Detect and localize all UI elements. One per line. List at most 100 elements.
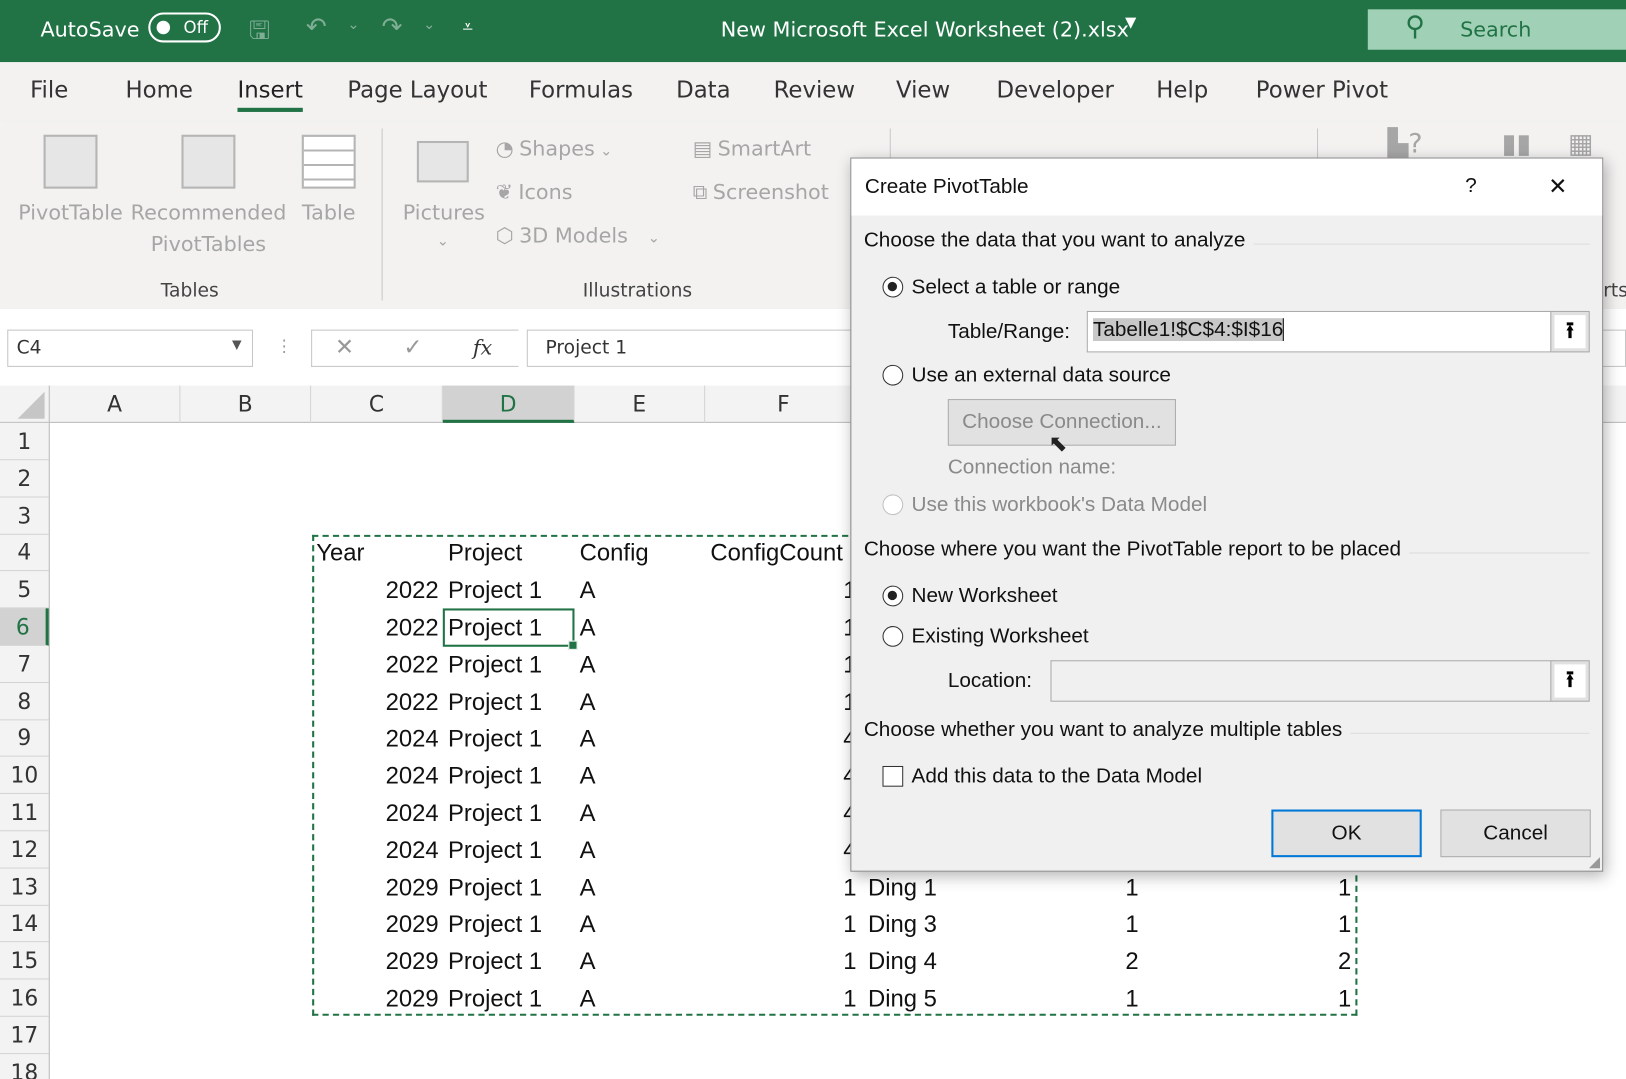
name-box[interactable]: C4 ▼ — [7, 329, 254, 367]
recommended-charts-icon[interactable]: ▙? — [1388, 129, 1423, 160]
hierarchy-chart-icon[interactable]: ▦ — [1568, 129, 1593, 160]
cancel-icon[interactable]: ✕ — [335, 335, 354, 361]
customize-qat-icon[interactable]: ⩡ — [463, 17, 474, 39]
row-header-14[interactable]: 14 — [0, 905, 49, 943]
undo-icon[interactable]: ↶ — [306, 12, 327, 41]
pivottable-icon — [43, 134, 98, 189]
row-header-8[interactable]: 8 — [0, 683, 49, 720]
row-header-11[interactable]: 11 — [0, 794, 49, 832]
recommended-pivottables-icon — [181, 134, 236, 189]
tab-home[interactable]: Home — [125, 78, 192, 104]
cube-icon: ⬡ — [495, 222, 514, 248]
location-collapse-button[interactable]: ⭱ — [1550, 660, 1590, 702]
column-header-f[interactable]: F — [705, 385, 863, 423]
ok-button[interactable]: OK — [1271, 809, 1422, 858]
close-button[interactable]: ✕ — [1548, 173, 1567, 200]
name-box-value: C4 — [16, 336, 42, 359]
screenshot-button[interactable]: ⧉ Screenshot — [693, 176, 829, 207]
connection-name-label: Connection name: — [947, 456, 1117, 479]
icons-button[interactable]: ❦ Icons — [496, 176, 573, 207]
row-header-10[interactable]: 10 — [0, 757, 49, 795]
redo-dropdown-icon[interactable]: ⌄ — [423, 17, 435, 34]
tab-developer[interactable]: Developer — [997, 78, 1114, 104]
resize-grip-icon[interactable]: ◢ — [1589, 853, 1600, 871]
location-input[interactable] — [1050, 660, 1554, 702]
row-header-15[interactable]: 15 — [0, 942, 49, 980]
ribbon-tabs: File Home Insert Page Layout Formulas Da… — [0, 62, 1626, 123]
shapes-button[interactable]: ◔ Shapes ⌄ — [496, 133, 613, 167]
collapse-range-button[interactable]: ⭱ — [1550, 310, 1590, 353]
create-pivottable-dialog: Create PivotTable ? ✕ Choose the data th… — [850, 157, 1604, 872]
row-header-4[interactable]: 4 — [0, 534, 49, 572]
section-analyze-label: Choose the data that you want to analyze — [863, 229, 1254, 252]
title-dropdown-icon[interactable]: ▼ — [1125, 15, 1136, 32]
radio-data-model — [882, 494, 904, 516]
autosave-toggle[interactable]: Off — [148, 12, 221, 43]
tab-formulas[interactable]: Formulas — [529, 78, 633, 104]
3d-models-label: 3D Models — [519, 222, 628, 248]
radio-external-source[interactable] — [882, 364, 904, 386]
radio-select-table[interactable] — [882, 276, 904, 298]
section-placement-label: Choose where you want the PivotTable rep… — [863, 537, 1410, 561]
undo-dropdown-icon[interactable]: ⌄ — [347, 17, 359, 34]
cancel-button[interactable]: Cancel — [1440, 809, 1591, 858]
row-header-6[interactable]: 6 — [0, 608, 49, 646]
row-header-18[interactable]: 18 — [0, 1054, 49, 1079]
formula-value: Project 1 — [545, 336, 628, 359]
active-cell[interactable] — [442, 608, 578, 650]
3d-models-button[interactable]: ⬡ 3D Models ⌄ — [496, 220, 660, 254]
tab-power-pivot[interactable]: Power Pivot — [1256, 78, 1388, 104]
row-header-16[interactable]: 16 — [0, 979, 49, 1017]
group-divider — [889, 128, 891, 160]
select-all-button[interactable] — [0, 385, 50, 423]
column-header-c[interactable]: C — [311, 385, 443, 423]
column-header-a[interactable]: A — [50, 385, 181, 423]
tab-help[interactable]: Help — [1156, 78, 1208, 104]
row-header-5[interactable]: 5 — [0, 571, 49, 609]
radio-existing-worksheet[interactable] — [882, 626, 904, 647]
autosave-label: AutoSave — [40, 16, 140, 42]
help-button[interactable]: ? — [1465, 174, 1477, 198]
more-icon: ⋮ — [275, 335, 293, 356]
charts-group-label: rts — [1603, 279, 1626, 302]
column-header-e[interactable]: E — [574, 385, 706, 423]
select-all-icon — [17, 391, 45, 419]
row-header-2[interactable]: 2 — [0, 460, 49, 498]
row-header-3[interactable]: 3 — [0, 497, 49, 535]
add-data-model-label: Add this data to the Data Model — [911, 764, 1203, 788]
row-header-13[interactable]: 13 — [0, 868, 49, 906]
enter-icon[interactable]: ✓ — [403, 335, 422, 361]
screenshot-label: Screenshot — [712, 179, 829, 205]
column-header-d[interactable]: D — [442, 385, 575, 423]
smartart-label: SmartArt — [717, 135, 812, 161]
smartart-button[interactable]: ▤ SmartArt — [693, 133, 811, 164]
save-icon[interactable]: 🖫 — [249, 12, 270, 54]
row-header-12[interactable]: 12 — [0, 831, 49, 869]
column-header-b[interactable]: B — [180, 385, 312, 423]
tab-page-layout[interactable]: Page Layout — [347, 78, 487, 104]
row-header-17[interactable]: 17 — [0, 1017, 49, 1054]
tab-data[interactable]: Data — [676, 78, 730, 104]
table-range-input[interactable]: Tabelle1!$C$4:$I$16 — [1086, 310, 1554, 353]
recommended-label-2: PivotTables — [150, 231, 267, 257]
add-data-model-checkbox[interactable] — [882, 765, 904, 787]
tab-view[interactable]: View — [896, 78, 950, 104]
tab-review[interactable]: Review — [774, 78, 855, 104]
insert-function-icon[interactable]: fx — [473, 335, 492, 360]
external-source-label: Use an external data source — [911, 363, 1171, 387]
shapes-dropdown-icon: ⌄ — [600, 143, 613, 160]
table-range-value: Tabelle1!$C$4:$I$16 — [1092, 318, 1284, 342]
dialog-title: Create PivotTable — [864, 175, 1029, 198]
search-icon: ⚲ — [1405, 11, 1425, 43]
tab-file[interactable]: File — [30, 78, 68, 104]
row-header-1[interactable]: 1 — [0, 423, 49, 461]
redo-icon[interactable]: ↷ — [382, 12, 403, 41]
name-box-dropdown-icon[interactable]: ▼ — [232, 337, 242, 352]
column-chart-icon[interactable]: ▮▮ — [1502, 129, 1532, 160]
3d-models-dropdown-icon: ⌄ — [647, 230, 660, 247]
row-header-7[interactable]: 7 — [0, 646, 49, 683]
search-box[interactable]: ⚲ Search — [1367, 9, 1626, 50]
radio-new-worksheet[interactable] — [882, 585, 904, 607]
row-header-9[interactable]: 9 — [0, 720, 49, 758]
tab-insert[interactable]: Insert — [237, 78, 304, 112]
